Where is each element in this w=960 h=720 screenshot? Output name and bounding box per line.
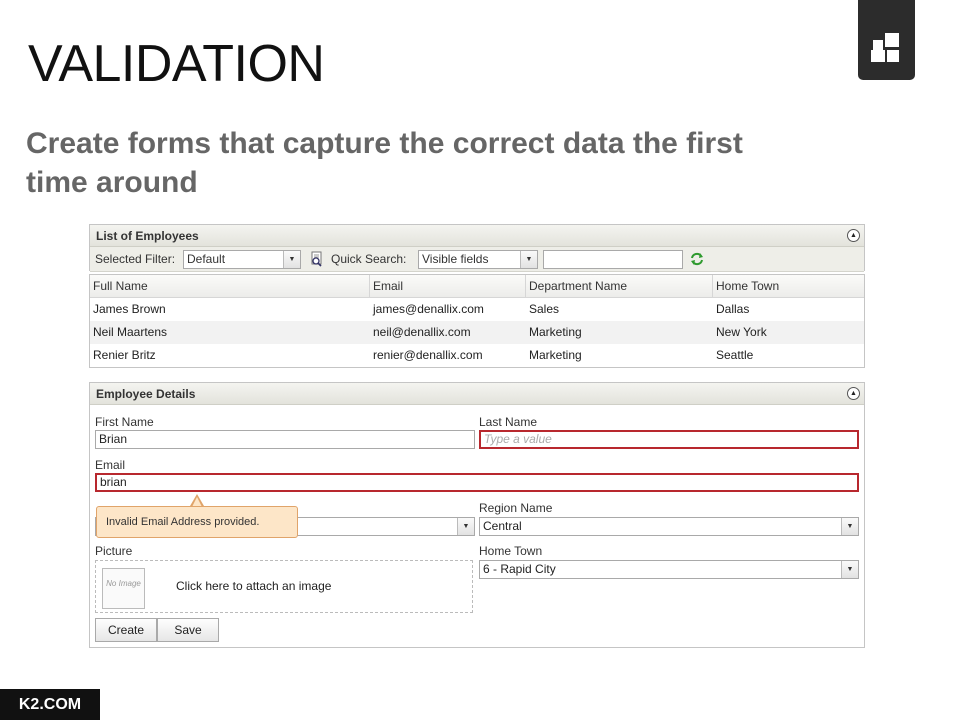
quick-search-label: Quick Search: <box>331 252 407 266</box>
logo-square <box>885 33 899 47</box>
employees-toolbar: Selected Filter: Default ▼ Quick Search:… <box>90 247 864 272</box>
home-town-value: 6 - Rapid City <box>483 562 556 576</box>
collapse-icon[interactable]: ▲ <box>847 229 860 242</box>
cell-full-name: Neil Maartens <box>93 325 168 339</box>
cell-email: renier@denallix.com <box>373 348 483 362</box>
dropdown-arrow-icon[interactable]: ▼ <box>520 251 537 268</box>
selected-filter-dropdown[interactable]: Default ▼ <box>183 250 301 269</box>
grid-header: Full Name Email Department Name Home Tow… <box>90 275 864 298</box>
selected-filter-label: Selected Filter: <box>95 252 176 266</box>
quick-search-scope-dropdown[interactable]: Visible fields ▼ <box>418 250 538 269</box>
dropdown-arrow-icon[interactable]: ▼ <box>457 518 474 535</box>
dropdown-arrow-icon[interactable]: ▼ <box>283 251 300 268</box>
no-image-placeholder: No Image <box>102 568 145 609</box>
region-label: Region Name <box>479 501 553 515</box>
column-header-full-name[interactable]: Full Name <box>90 275 370 297</box>
cell-home-town: Dallas <box>716 302 750 316</box>
employee-details-panel: Employee Details ▲ First Name Brian Last… <box>89 382 865 648</box>
details-panel-header[interactable]: Employee Details ▲ <box>90 383 864 405</box>
email-error-tooltip: Invalid Email Address provided. <box>96 506 298 538</box>
last-name-label: Last Name <box>479 415 538 429</box>
quick-search-input[interactable] <box>543 250 683 269</box>
cell-department: Marketing <box>529 348 582 362</box>
column-header-home-town[interactable]: Home Town <box>713 275 864 297</box>
selected-filter-value: Default <box>187 252 226 266</box>
dropdown-arrow-icon[interactable]: ▼ <box>841 561 858 578</box>
home-town-select[interactable]: 6 - Rapid City ▼ <box>479 560 859 579</box>
dropdown-arrow-icon[interactable]: ▼ <box>841 518 858 535</box>
attach-image-link[interactable]: Click here to attach an image <box>176 579 331 593</box>
details-panel-title: Employee Details <box>96 387 196 401</box>
table-row[interactable]: James Brown james@denallix.com Sales Dal… <box>90 298 864 321</box>
slide-title: VALIDATION <box>28 35 325 93</box>
logo-square <box>887 50 899 62</box>
picture-label: Picture <box>95 544 133 558</box>
column-header-department[interactable]: Department Name <box>526 275 713 297</box>
cell-home-town: Seattle <box>716 348 754 362</box>
cell-department: Marketing <box>529 325 582 339</box>
collapse-icon[interactable]: ▲ <box>847 387 860 400</box>
quick-search-scope-value: Visible fields <box>422 252 489 266</box>
first-name-input[interactable]: Brian <box>95 430 475 449</box>
cell-home-town: New York <box>716 325 767 339</box>
cell-department: Sales <box>529 302 560 316</box>
employees-grid: Full Name Email Department Name Home Tow… <box>89 274 865 368</box>
save-button[interactable]: Save <box>157 618 219 642</box>
employees-panel-header[interactable]: List of Employees ▲ <box>90 225 864 247</box>
email-label: Email <box>95 458 126 472</box>
logo-squares-icon <box>873 40 883 50</box>
home-town-label: Home Town <box>479 544 543 558</box>
region-value: Central <box>483 519 522 533</box>
search-doc-icon[interactable] <box>309 251 325 267</box>
employees-panel: List of Employees ▲ Selected Filter: Def… <box>89 224 865 272</box>
logo-square <box>871 50 885 62</box>
footer-brand[interactable]: K2.COM <box>0 689 100 720</box>
employees-panel-title: List of Employees <box>96 229 199 243</box>
slide-subtitle: Create forms that capture the correct da… <box>26 127 743 199</box>
last-name-input[interactable]: Type a value <box>479 430 859 449</box>
create-button[interactable]: Create <box>95 618 157 642</box>
table-row[interactable]: Renier Britz renier@denallix.com Marketi… <box>90 344 864 367</box>
email-input[interactable]: brian <box>95 473 859 492</box>
cell-full-name: James Brown <box>93 302 166 316</box>
table-row[interactable]: Neil Maartens neil@denallix.com Marketin… <box>90 321 864 344</box>
first-name-label: First Name <box>95 415 154 429</box>
refresh-icon[interactable] <box>689 251 705 267</box>
cell-email: james@denallix.com <box>373 302 484 316</box>
region-select[interactable]: Central ▼ <box>479 517 859 536</box>
picture-attach-area[interactable]: No Image Click here to attach an image <box>95 560 473 613</box>
k2-logo <box>858 0 915 80</box>
cell-full-name: Renier Britz <box>93 348 156 362</box>
cell-email: neil@denallix.com <box>373 325 471 339</box>
column-header-email[interactable]: Email <box>370 275 526 297</box>
